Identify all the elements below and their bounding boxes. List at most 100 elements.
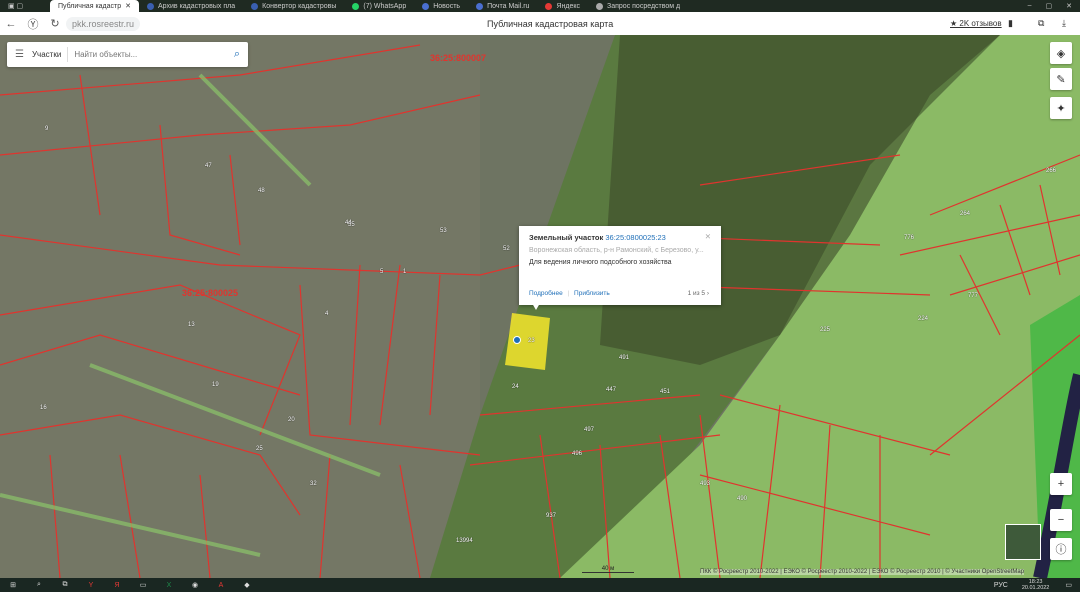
ruler-icon: ✎ (1056, 73, 1066, 86)
tab[interactable]: Запрос посредством д (588, 0, 688, 12)
cad-number-link[interactable]: 36:25:0800025:23 (605, 233, 665, 242)
divider (67, 47, 69, 62)
parcel-label: 20 (288, 417, 295, 423)
reviews-link[interactable]: ★ 2K отзывов (950, 19, 1002, 28)
explorer-icon[interactable]: ▭ (130, 581, 156, 589)
search-icon[interactable]: ⌕ (26, 581, 52, 589)
site-icon (251, 2, 259, 10)
parcel-label: 5 (380, 269, 384, 275)
browser-tab-bar: ▣ ▢ Публичная кадастр ✕ Архив кадастровы… (0, 0, 1080, 12)
parcel-label: 19 (212, 382, 219, 388)
parcel-label: 225 (820, 327, 831, 333)
parcel-popup: Земельный участок 36:25:0800025:23 ✕ Вор… (519, 226, 721, 310)
parcel-label: 48 (258, 188, 265, 194)
parcel-label: 16 (40, 405, 47, 411)
download-icon[interactable]: ⤓ (1062, 18, 1066, 29)
yandex-icon[interactable]: Я (104, 582, 130, 589)
parcel-label: 9 (45, 126, 49, 132)
site-icon (596, 2, 603, 10)
parcel-label: 13 (188, 322, 195, 328)
minus-icon: − (1057, 514, 1065, 526)
menu-icon[interactable]: ☰ (7, 49, 32, 60)
excel-icon[interactable]: X (156, 582, 182, 589)
window-buttons[interactable]: – ▢ ✕ (1028, 2, 1080, 10)
back-icon[interactable]: ← (0, 18, 22, 30)
parcel-label: 4 (325, 311, 329, 317)
tools-button[interactable]: ✦ (1050, 97, 1072, 119)
parcel-label: 13994 (456, 538, 473, 544)
tab-active[interactable]: Публичная кадастр ✕ (50, 0, 140, 12)
info-icon: ⓘ (1055, 544, 1067, 556)
notifications-icon[interactable]: ▭ (1065, 581, 1072, 589)
parcel-label: 25 (256, 446, 263, 452)
clock[interactable]: 18:23 20.01.2022 (1022, 579, 1050, 591)
tab[interactable]: Почта Mail.ru (468, 0, 537, 12)
window-controls[interactable]: ▣ ▢ (0, 0, 50, 12)
start-icon[interactable]: ⊞ (0, 581, 26, 589)
tab[interactable]: Конвертор кадастровы (243, 0, 344, 12)
parcel-label: 491 (619, 355, 630, 361)
parcel-label: 490 (737, 496, 748, 502)
app-icon[interactable]: ◆ (234, 581, 260, 589)
compass-icon: ✦ (1056, 102, 1066, 115)
parcel-label: 264 (960, 211, 971, 217)
whatsapp-icon (352, 2, 360, 10)
bookmark-icon[interactable]: ▮ (1008, 18, 1013, 29)
parcel-label: 52 (503, 246, 510, 252)
parcel-label: 497 (584, 427, 595, 433)
parcel-label: 777 (968, 293, 979, 299)
measure-button[interactable]: ✎ (1050, 68, 1072, 90)
more-link[interactable]: Подробнее (529, 290, 563, 297)
search-input[interactable] (74, 50, 205, 59)
app-icon[interactable]: ◉ (182, 581, 208, 589)
popup-purpose: Для ведения личного подсобного хозяйства (529, 259, 672, 266)
tab[interactable]: Архив кадастровых пла (139, 0, 243, 12)
close-icon[interactable]: ✕ (705, 232, 711, 241)
url-field[interactable]: pkk.rosreestr.ru (66, 16, 141, 31)
parcel-label: 496 (572, 451, 583, 457)
parcel-label: 24 (512, 384, 519, 390)
info-button[interactable]: ⓘ (1050, 538, 1072, 560)
map-attribution: ПКК © Росреестр 2010-2022 | ЕЭКО © Росре… (700, 569, 1025, 575)
minimap-toggle[interactable] (1005, 524, 1041, 560)
search-icon[interactable]: ⌕ (234, 48, 248, 61)
parcel-label: 47 (205, 163, 212, 169)
scale-bar: 40 м (582, 566, 634, 573)
language-indicator[interactable]: РУС (994, 582, 1008, 589)
zoom-in-button[interactable]: + (1050, 473, 1072, 495)
plus-icon: + (1057, 478, 1065, 490)
popup-actions: Подробнее | Приблизить (529, 290, 610, 297)
page-title: Публичная кадастровая карта (487, 18, 614, 29)
address-bar: ← Ⓨ ↻ pkk.rosreestr.ru Публичная кадастр… (0, 12, 1080, 35)
yandex-browser-icon[interactable]: Y (78, 582, 104, 589)
parcel-label: 776 (904, 235, 915, 241)
search-bar: ☰ Участки ⌕ (7, 42, 248, 67)
popup-title: Земельный участок (529, 233, 604, 242)
acrobat-icon[interactable]: A (208, 582, 234, 589)
tab[interactable]: Яндекс (537, 0, 588, 12)
task-view-icon[interactable]: ⧉ (52, 581, 78, 589)
map[interactable]: 36:25:800007 36:25:800025 9 47 48 44 53 … (0, 35, 1080, 578)
yandex-icon (545, 2, 553, 10)
tab[interactable]: (7) WhatsApp (344, 0, 414, 12)
parcel-label: 55 (348, 222, 355, 228)
site-icon (422, 2, 430, 10)
yandex-icon[interactable]: Ⓨ (22, 16, 44, 32)
filter-select[interactable]: Участки (32, 50, 61, 59)
popup-pager[interactable]: 1 из 5 › (688, 290, 709, 297)
extensions-icon[interactable]: ⧉ (1038, 18, 1044, 29)
parcel-label: 937 (546, 513, 557, 519)
parcel-label: 1 (403, 269, 407, 275)
layers-button[interactable]: ◈ (1050, 42, 1072, 64)
parcel-label: 224 (918, 316, 929, 322)
zoom-to-link[interactable]: Приблизить (574, 290, 610, 297)
taskbar: ⊞ ⌕ ⧉ Y Я ▭ X ◉ A ◆ РУС 18:23 20.01.2022 … (0, 578, 1080, 592)
parcel-label: 32 (310, 481, 317, 487)
site-icon (147, 2, 155, 10)
zoom-out-button[interactable]: − (1050, 509, 1072, 531)
popup-address: Воронежская область, р-н Рамонский, с Бе… (529, 247, 704, 254)
location-marker[interactable] (513, 336, 521, 344)
tab[interactable]: Новость (414, 0, 468, 12)
parcel-label: 451 (660, 389, 671, 395)
reload-icon[interactable]: ↻ (44, 17, 66, 30)
